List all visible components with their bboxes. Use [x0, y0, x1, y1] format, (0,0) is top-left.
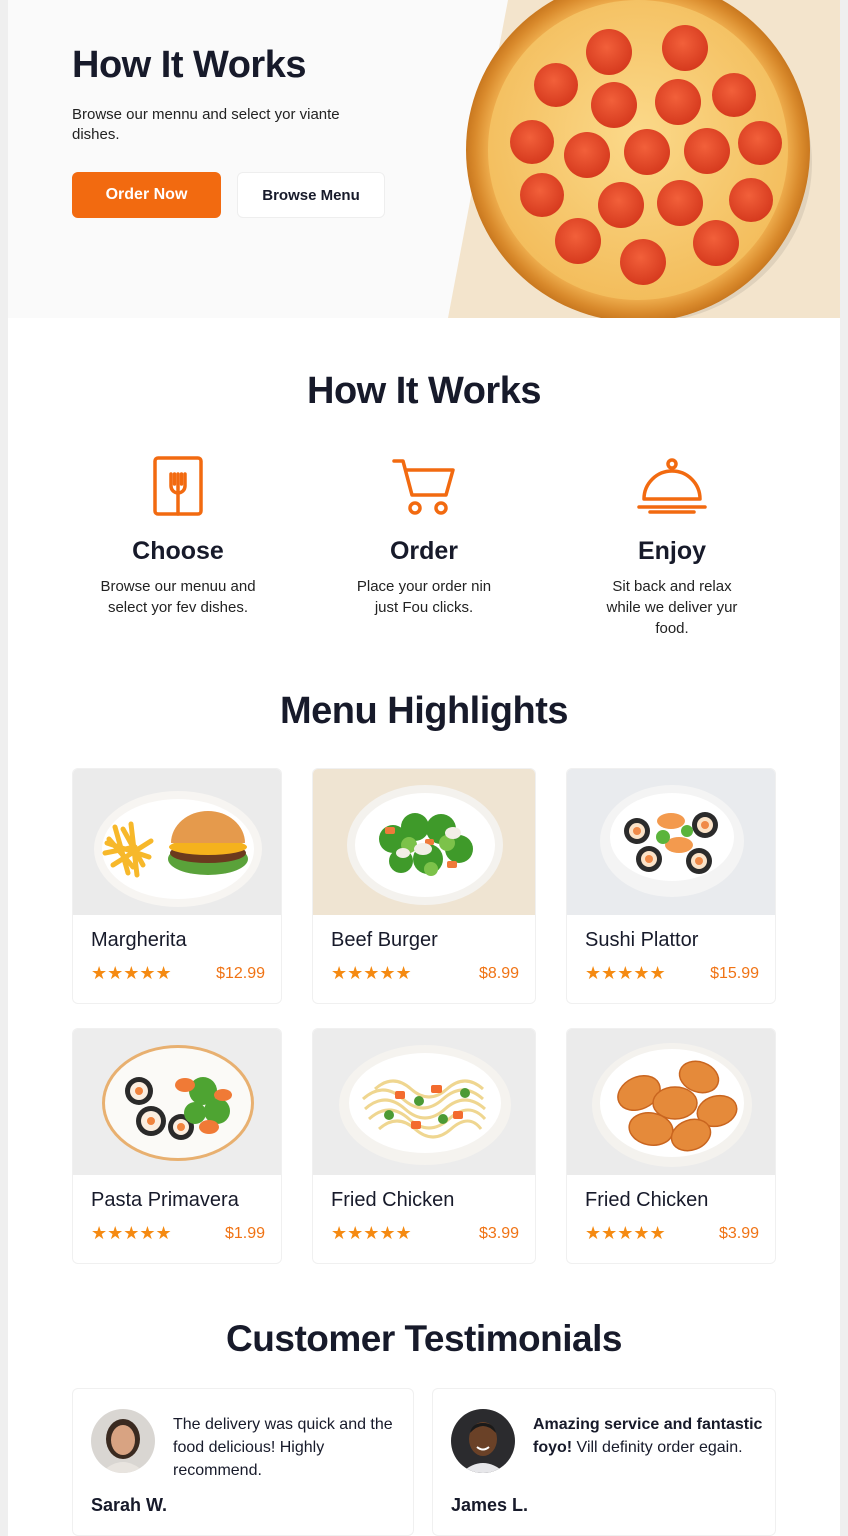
testimonial-quote: The delivery was quick and the food deli… [173, 1416, 393, 1479]
fried-chicken-image [567, 1029, 775, 1175]
menu-item-price: $15.99 [710, 965, 759, 982]
menu-card[interactable]: Sushi Plattor ★★★★★ $15.99 [566, 768, 776, 1004]
salad-image [313, 769, 535, 915]
menu-fork-icon [78, 455, 278, 517]
menu-item-price: $3.99 [718, 1225, 759, 1242]
noodles-image [313, 1029, 535, 1175]
star-rating: ★★★★★ [331, 963, 412, 983]
step-enjoy: Enjoy Sit back and relax while we delive… [572, 455, 772, 639]
step-title: Choose [132, 537, 224, 565]
menu-card[interactable]: Beef Burger ★★★★★ $8.99 [312, 768, 536, 1004]
sushi-bowl-image [567, 769, 775, 915]
star-rating: ★★★★★ [91, 963, 172, 983]
pizza-image [466, 0, 812, 318]
menu-card[interactable]: Pasta Primavera ★★★★★ $1.99 [72, 1028, 282, 1264]
testimonial-quote: Amazing service and fantastic foyo! Vill… [533, 1416, 763, 1456]
sushi-salad-plate-image [73, 1029, 281, 1175]
step-choose: Choose Browse our menuu and select yor f… [78, 455, 278, 618]
menu-item-price: $3.99 [478, 1225, 519, 1242]
menu-item-name: Fried Chicken [585, 1189, 709, 1211]
hero-section: How It Works Browse our mennu and select… [8, 0, 840, 318]
menu-highlights-title: Menu Highlights [279, 690, 569, 732]
star-rating: ★★★★★ [585, 1223, 666, 1243]
testimonial-card: Amazing service and fantastic foyo! Vill… [432, 1388, 776, 1536]
menu-item-name: Pasta Primavera [91, 1189, 239, 1211]
burger-and-fries-image [73, 769, 281, 915]
menu-card[interactable]: Fried Chicken ★★★★★ $3.99 [566, 1028, 776, 1264]
menu-item-name: Beef Burger [331, 929, 438, 951]
menu-item-price: $8.99 [478, 965, 519, 982]
step-order: Order Place your order nin just Fou clic… [324, 455, 524, 618]
menu-item-name: Margherita [91, 929, 187, 951]
step-description: Browse our menuu and select yor fev dish… [100, 578, 256, 616]
shopping-cart-icon [324, 455, 524, 517]
step-title: Order [389, 537, 459, 565]
star-rating: ★★★★★ [331, 1223, 412, 1243]
page: How It Works Browse our mennu and select… [8, 0, 840, 1536]
step-description: Place your order nin just Fou clicks. [356, 578, 492, 616]
how-it-works-title: How It Works [307, 370, 542, 412]
menu-item-price: $12.99 [216, 965, 265, 982]
testimonials-title: Customer Testimonials [226, 1318, 622, 1359]
browse-menu-button[interactable]: Browse Menu [237, 172, 385, 218]
menu-item-name: Sushi Plattor [585, 929, 699, 951]
hero-subtitle: Browse our mennu and select yor viante d… [72, 106, 340, 143]
star-rating: ★★★★★ [585, 963, 666, 983]
star-rating: ★★★★★ [91, 1223, 172, 1243]
testimonial-author: Sarah W. [91, 1495, 168, 1515]
testimonial-card: The delivery was quick and the food deli… [72, 1388, 414, 1536]
order-now-button[interactable]: Order Now [72, 172, 221, 218]
avatar [451, 1409, 515, 1473]
step-title: Enjoy [637, 537, 707, 565]
menu-card[interactable]: Margherita ★★★★★ $12.99 [72, 768, 282, 1004]
avatar [91, 1409, 155, 1473]
menu-item-name: Fried Chicken [331, 1189, 455, 1211]
testimonial-author: James L. [451, 1495, 529, 1515]
menu-item-price: $1.99 [224, 1225, 265, 1242]
hero-title: How It Works [72, 44, 307, 86]
serving-cloche-icon [572, 455, 772, 517]
step-description: Sit back and relax while we deliver yur … [606, 578, 738, 637]
menu-card[interactable]: Fried Chicken ★★★★★ $3.99 [312, 1028, 536, 1264]
